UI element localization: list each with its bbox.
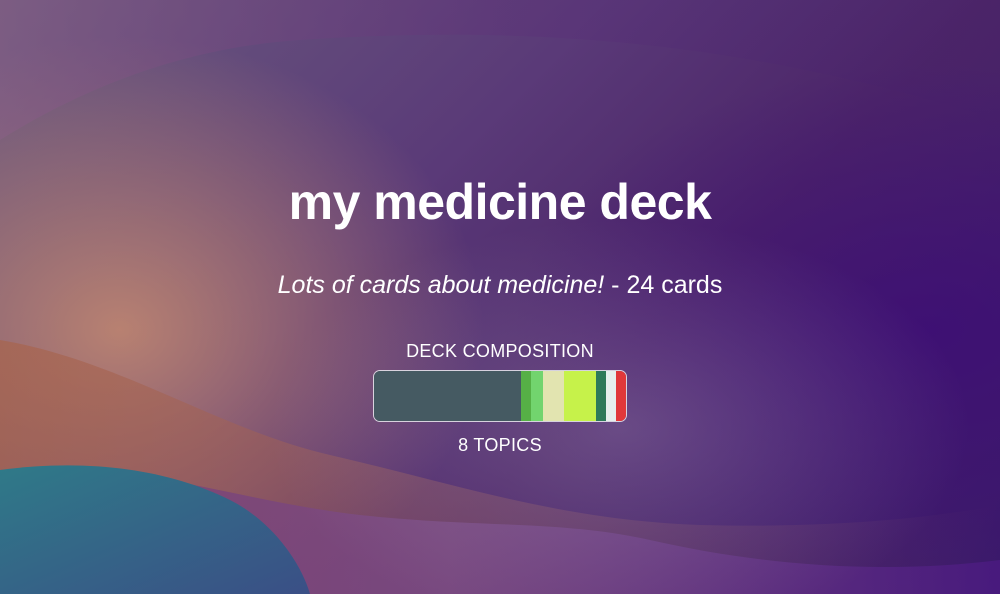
deck-title: my medicine deck [288,174,712,230]
composition-segment[interactable] [521,371,532,421]
deck-description: Lots of cards about medicine! [277,271,605,299]
composition-segment[interactable] [605,371,616,421]
composition-segment[interactable] [595,371,606,421]
deck-card-count: - 24 cards [604,271,723,299]
deck-subtitle: Lots of cards about medicine! - 24 cards [0,268,1000,302]
composition-segment[interactable] [615,371,626,421]
deck-composition-label: DECK COMPOSITION [406,341,594,361]
deck-composition-bar[interactable] [373,370,627,422]
deck-overview: my medicine deck Lots of cards about med… [0,0,1000,594]
topics-count-label: 8 TOPICS [458,435,542,455]
composition-segment[interactable] [542,371,565,421]
composition-segment[interactable] [531,371,543,421]
composition-segment[interactable] [564,371,596,421]
composition-segment[interactable] [374,371,522,421]
